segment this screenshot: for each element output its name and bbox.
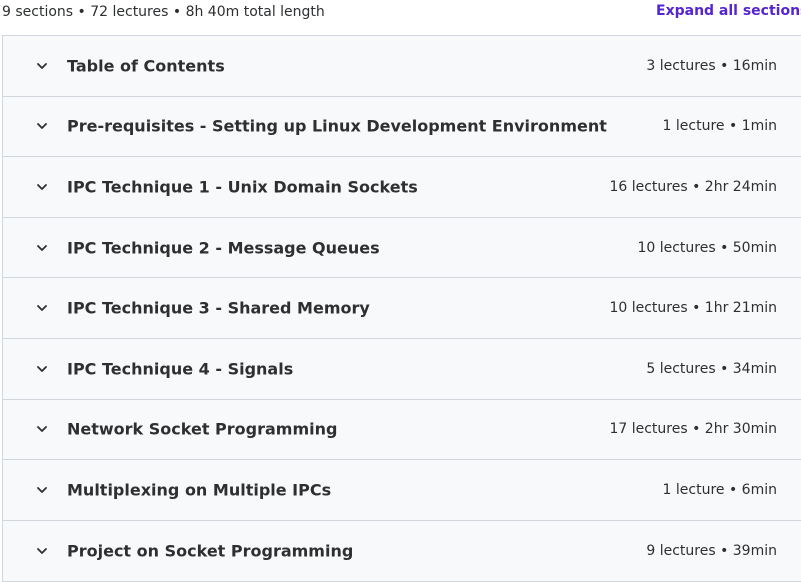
section-meta: 10 lectures • 1hr 21min [609,300,777,317]
section-meta: 9 lectures • 39min [646,543,777,560]
section-row-pre-requisites[interactable]: Pre-requisites - Setting up Linux Develo… [3,96,801,158]
section-title: IPC Technique 4 - Signals [67,359,294,379]
section-row-network-socket-programming[interactable]: Network Socket Programming 17 lectures •… [3,399,801,461]
chevron-down-icon [34,240,50,256]
section-title: IPC Technique 3 - Shared Memory [67,298,370,318]
section-row-unix-domain-sockets[interactable]: IPC Technique 1 - Unix Domain Sockets 16… [3,157,801,218]
section-meta: 17 lectures • 2hr 30min [609,421,777,438]
section-title: IPC Technique 1 - Unix Domain Sockets [67,177,418,197]
curriculum-header: 9 sections • 72 lectures • 8h 40m total … [0,0,801,26]
section-meta: 1 lecture • 1min [662,118,777,135]
section-row-project-socket-programming[interactable]: Project on Socket Programming 9 lectures… [3,520,801,582]
expand-all-sections-button[interactable]: Expand all sections [656,3,801,19]
chevron-down-icon [34,361,50,377]
chevron-down-icon [34,118,50,134]
section-title: Pre-requisites - Setting up Linux Develo… [67,116,607,136]
curriculum-summary: 9 sections • 72 lectures • 8h 40m total … [2,4,325,20]
chevron-down-icon [34,421,50,437]
section-title: IPC Technique 2 - Message Queues [67,238,380,258]
section-row-message-queues[interactable]: IPC Technique 2 - Message Queues 10 lect… [3,217,801,279]
section-row-shared-memory[interactable]: IPC Technique 3 - Shared Memory 10 lectu… [3,278,801,339]
chevron-down-icon [34,179,50,195]
section-meta: 3 lectures • 16min [646,57,777,74]
section-title: Multiplexing on Multiple IPCs [67,480,332,500]
section-meta: 1 lecture • 6min [662,481,777,498]
section-meta: 5 lectures • 34min [646,360,777,377]
section-title: Table of Contents [67,56,225,76]
chevron-down-icon [34,300,50,316]
section-row-table-of-contents[interactable]: Table of Contents 3 lectures • 16min [3,36,801,97]
section-title: Project on Socket Programming [67,541,354,561]
section-meta: 10 lectures • 50min [637,239,777,256]
chevron-down-icon [34,543,50,559]
section-row-signals[interactable]: IPC Technique 4 - Signals 5 lectures • 3… [3,338,801,400]
section-meta: 16 lectures • 2hr 24min [609,178,777,195]
section-row-multiplexing[interactable]: Multiplexing on Multiple IPCs 1 lecture … [3,460,801,521]
chevron-down-icon [34,482,50,498]
section-title: Network Socket Programming [67,419,338,439]
curriculum-section-list: Table of Contents 3 lectures • 16min Pre… [2,35,801,582]
chevron-down-icon [34,58,50,74]
